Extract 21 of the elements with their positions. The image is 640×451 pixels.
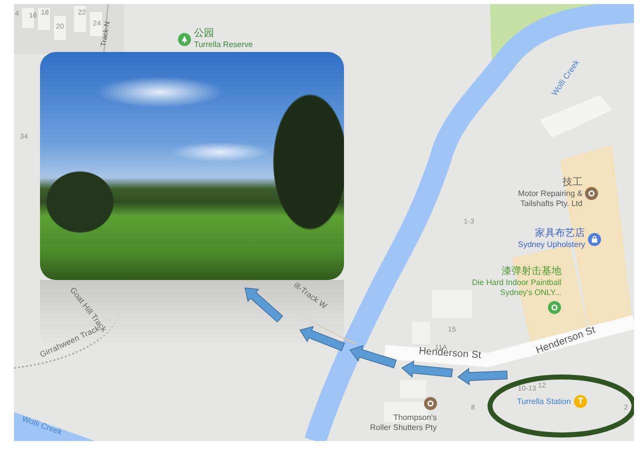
place-native-name: 漆弹射击基地 [501, 266, 562, 277]
building [400, 380, 426, 398]
map-background[interactable] [14, 4, 634, 441]
place-name: Motor Repairing & Tailshafts Pty. Ltd [518, 189, 582, 209]
route-arrow [244, 288, 284, 323]
ring-marker-icon[interactable] [424, 397, 437, 410]
place-name: Turrella Station [517, 396, 571, 406]
waterway-label: Wolli Creek [20, 415, 64, 437]
tree-marker-icon[interactable] [178, 32, 191, 46]
station-marker-icon[interactable]: T [574, 395, 587, 408]
route-arrow [299, 326, 345, 352]
route-arrow [401, 360, 453, 378]
place-name: Sydney Upholstery [518, 240, 586, 250]
place-native-name: 家具布艺店 [535, 228, 586, 239]
place-native-name: 公园 [194, 28, 214, 39]
place-name: Turrella Reserve [194, 40, 253, 50]
place-name: Thompson's Roller Shutters Pty [370, 413, 437, 433]
place-name: Die Hard Indoor Paintball Sydney's ONLY... [472, 278, 562, 298]
place-native-name: 技工 [562, 177, 582, 188]
route-arrow [457, 368, 508, 386]
route-arrow [349, 345, 397, 368]
